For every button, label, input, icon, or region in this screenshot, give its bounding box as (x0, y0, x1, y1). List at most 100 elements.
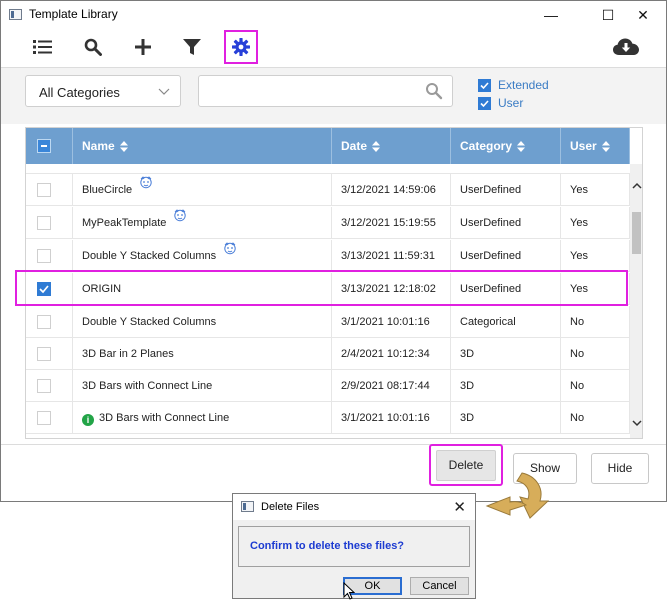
user-icon (140, 176, 152, 189)
row-checkbox[interactable] (37, 379, 51, 393)
category-select[interactable]: All Categories (25, 75, 181, 107)
chevron-down-icon (158, 88, 170, 95)
user-checkbox[interactable] (478, 97, 491, 110)
table-row[interactable]: Double Y Stacked Columns 3/13/2021 11:59… (26, 240, 630, 272)
gear-icon (232, 38, 250, 56)
category-select-value: All Categories (39, 85, 120, 100)
extended-checkbox[interactable] (478, 79, 491, 92)
hide-button[interactable]: Hide (591, 453, 649, 484)
column-header-name[interactable]: Name (73, 128, 332, 164)
chevron-up-icon (631, 182, 642, 189)
extended-label[interactable]: Extended (498, 78, 549, 92)
minimize-button[interactable]: — (528, 1, 574, 29)
row-name: Double Y Stacked Columns (73, 240, 332, 272)
row-checkbox-cell (26, 402, 73, 434)
search-icon[interactable] (425, 82, 443, 100)
select-all-checkbox[interactable] (37, 139, 51, 153)
row-checkbox-cell (26, 370, 73, 402)
row-checkbox-cell (26, 207, 73, 239)
dialog-title-bar: Delete Files ✕ (233, 494, 475, 520)
dialog-close-button[interactable]: ✕ (453, 498, 466, 516)
row-name: BlueCircle (73, 174, 332, 206)
column-header-label: Date (341, 139, 368, 153)
table-row[interactable]: Double Y Stacked Columns 3/1/2021 10:01:… (26, 306, 630, 338)
settings-button[interactable] (224, 30, 258, 64)
row-name: i 3D Bars with Connect Line (73, 402, 332, 434)
search-input[interactable] (205, 81, 419, 101)
column-header-label: User (570, 139, 597, 153)
row-name-text: 3D Bars with Connect Line (99, 412, 230, 424)
row-name-text: 3D Bars with Connect Line (82, 380, 213, 392)
row-name-text: BlueCircle (82, 184, 133, 196)
row-checkbox[interactable] (37, 249, 51, 263)
row-date: 2/9/2021 08:17:44 (332, 370, 451, 402)
row-checkbox-cell (26, 240, 73, 272)
mouse-cursor-icon (343, 582, 355, 600)
vertical-scrollbar[interactable] (630, 164, 642, 438)
user-label[interactable]: User (498, 96, 523, 110)
row-date: 3/13/2021 11:59:31 (332, 240, 451, 272)
table-row[interactable]: 3D Bars with Connect Line 2/9/2021 08:17… (26, 370, 630, 402)
row-category: Categorical (451, 306, 561, 338)
cloud-download-icon (613, 38, 639, 55)
row-name-text: 3D Bar in 2 Planes (82, 348, 174, 360)
window-title: Template Library (29, 7, 118, 21)
row-category: UserDefined (451, 174, 561, 206)
row-user: No (561, 402, 630, 434)
row-checkbox[interactable] (37, 347, 51, 361)
row-date: 3/12/2021 15:19:55 (332, 207, 451, 239)
column-header-date[interactable]: Date (332, 128, 451, 164)
row-name: 3D Bars with Connect Line (73, 370, 332, 402)
row-user: Yes (561, 207, 630, 239)
dialog-title: Delete Files (261, 501, 320, 513)
row-date: 3/1/2021 10:01:16 (332, 402, 451, 434)
dialog-message: Confirm to delete these files? (250, 540, 405, 552)
table-row[interactable]: 3D Bar in 2 Planes 2/4/2021 10:12:34 3D … (26, 338, 630, 370)
table-row[interactable]: i 3D Bars with Connect Line 3/1/2021 10:0… (26, 402, 630, 434)
row-user: No (561, 370, 630, 402)
row-checkbox-cell (26, 306, 73, 338)
search-button[interactable] (77, 31, 109, 63)
row-checkbox[interactable] (37, 411, 51, 425)
scroll-up-button[interactable] (630, 178, 642, 192)
scroll-down-button[interactable] (630, 416, 642, 430)
row-user: Yes (561, 240, 630, 272)
row-name-text: MyPeakTemplate (82, 217, 167, 229)
table-row[interactable]: BlueCircle 3/12/2021 14:59:06 UserDefine… (26, 174, 630, 206)
row-name: 3D Bar in 2 Planes (73, 338, 332, 370)
list-view-button[interactable] (27, 31, 59, 63)
sort-icon (601, 141, 610, 152)
row-date: 2/4/2021 10:12:34 (332, 338, 451, 370)
info-icon: i (82, 414, 94, 426)
add-button[interactable] (127, 31, 159, 63)
row-category: UserDefined (451, 207, 561, 239)
list-icon (33, 40, 52, 54)
row-checkbox-cell (26, 338, 73, 370)
row-user: Yes (561, 174, 630, 206)
row-name-text: Double Y Stacked Columns (82, 316, 217, 328)
column-header-category[interactable]: Category (451, 128, 561, 164)
row-name: MyPeakTemplate (73, 207, 332, 239)
sort-icon (517, 141, 526, 152)
row-checkbox[interactable] (37, 183, 51, 197)
chevron-down-icon (631, 419, 642, 426)
filter-icon (183, 39, 201, 55)
cloud-download-button[interactable] (610, 31, 642, 63)
row-checkbox[interactable] (37, 315, 51, 329)
column-header-label: Category (460, 139, 513, 153)
sort-icon (119, 141, 128, 152)
row-category: 3D (451, 370, 561, 402)
scroll-thumb[interactable] (632, 212, 641, 254)
sort-icon (372, 141, 381, 152)
row-date: 3/12/2021 14:59:06 (332, 174, 451, 206)
table-row[interactable]: MyPeakTemplate 3/12/2021 15:19:55 UserDe… (26, 207, 630, 239)
filter-button[interactable] (176, 31, 208, 63)
selected-row-highlight (15, 270, 628, 306)
close-button[interactable]: ✕ (620, 1, 666, 29)
row-category: UserDefined (451, 240, 561, 272)
select-all-header (26, 128, 73, 164)
cancel-button[interactable]: Cancel (410, 577, 469, 595)
row-checkbox[interactable] (37, 216, 51, 230)
row-name: Double Y Stacked Columns (73, 306, 332, 338)
column-header-user[interactable]: User (561, 128, 630, 164)
